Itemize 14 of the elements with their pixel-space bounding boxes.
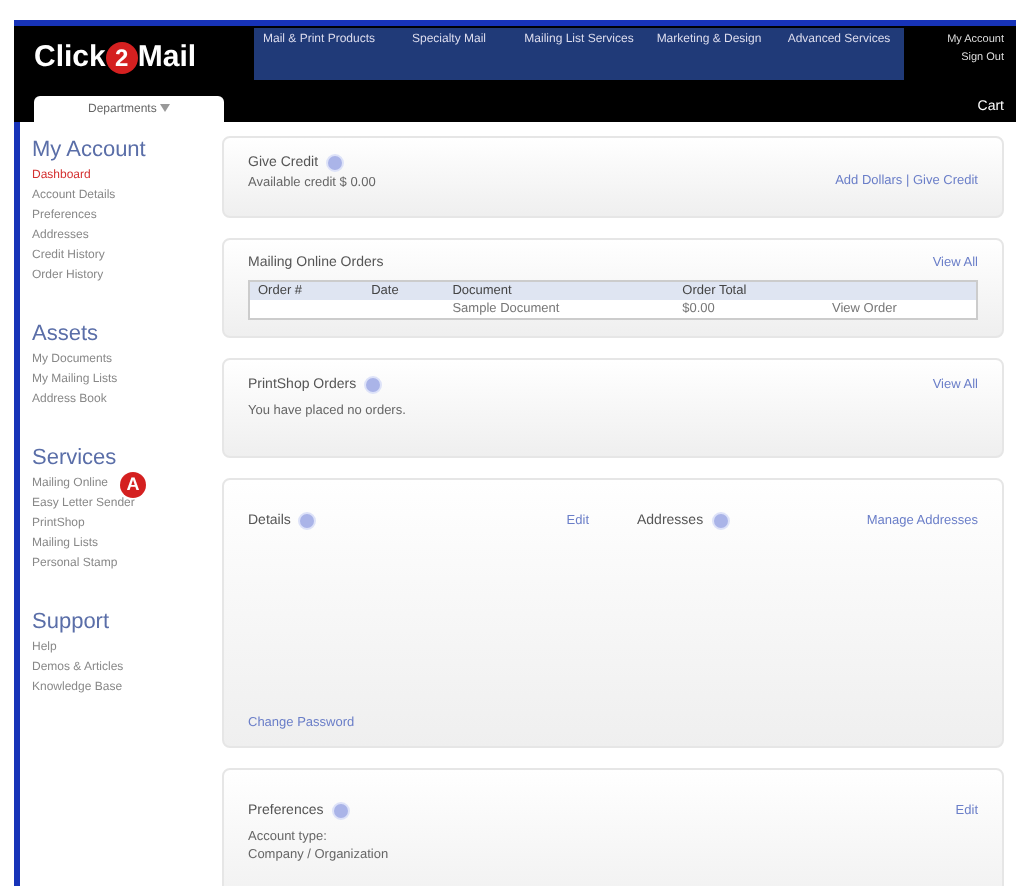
sidebar-heading: My Account [32,138,148,162]
help-icon[interactable] [326,154,345,172]
help-icon[interactable] [298,512,317,530]
sidebar-heading: Services [32,446,119,470]
help-icon[interactable] [364,376,383,394]
logo-text[interactable]: Click [34,40,106,74]
help-icon[interactable] [331,802,350,820]
help-icon[interactable] [711,512,730,530]
callout-badge: A [120,471,147,497]
logo-badge[interactable]: 2 [105,41,138,73]
logo-text[interactable]: Mail [137,40,197,74]
sidebar-heading: Support [32,610,112,634]
sidebar-heading: Assets [32,322,101,346]
caret-icon [160,103,170,111]
